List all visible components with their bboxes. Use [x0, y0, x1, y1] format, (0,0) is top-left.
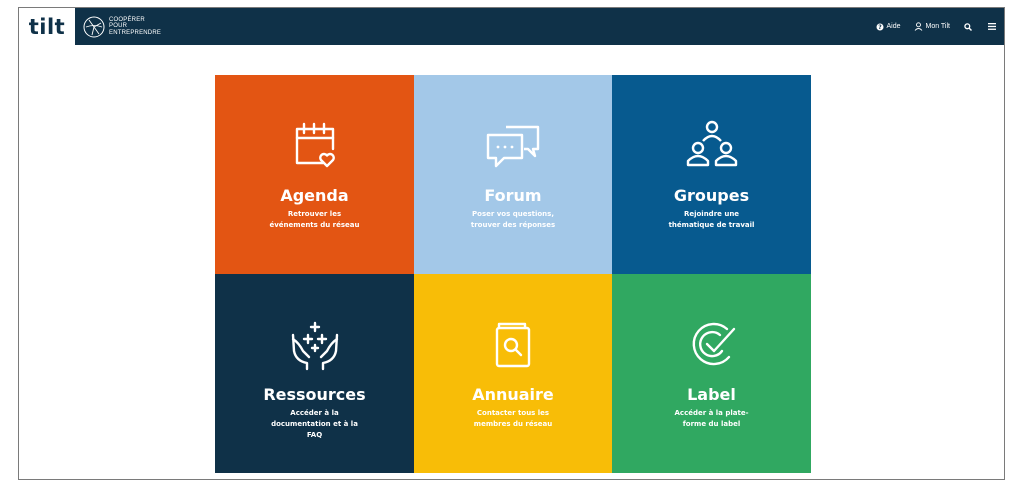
tile-subtitle: Rejoindre une thématique de travail: [668, 210, 755, 229]
partner-logo: COOPÉRER POUR ENTREPRENDRE: [83, 13, 161, 40]
tile-groupes[interactable]: Groupes Rejoindre une thématique de trav…: [612, 75, 811, 274]
tile-label[interactable]: Label Accéder à la plate- forme du label: [612, 274, 811, 473]
tile-subtitle: Retrouver les événements du réseau: [269, 210, 360, 229]
tile-subtitle: Contacter tous les membres du réseau: [473, 409, 553, 428]
tile-title: Forum: [484, 186, 542, 205]
search-button[interactable]: [964, 22, 974, 31]
user-icon: [915, 22, 923, 31]
tile-title: Agenda: [280, 186, 349, 205]
tile-annuaire[interactable]: Annuaire Contacter tous les membres du r…: [414, 274, 612, 473]
directory-search-icon: [495, 322, 531, 368]
tile-agenda[interactable]: Agenda Retrouver les événements du résea…: [215, 75, 414, 274]
label-check-icon: [692, 322, 735, 366]
tile-subtitle: Accéder à la plate- forme du label: [674, 409, 749, 428]
help-link[interactable]: ? Aide: [876, 23, 900, 31]
calendar-heart-icon: [295, 122, 335, 168]
tile-title: Ressources: [263, 385, 366, 404]
svg-text:?: ?: [879, 24, 883, 31]
app-window: tilt COOPÉRER POUR ENTREPRENDRE ? Aide M…: [18, 7, 1005, 480]
account-link[interactable]: Mon Tilt: [914, 22, 950, 31]
help-circle-icon: ?: [876, 23, 884, 31]
account-label: Mon Tilt: [925, 23, 950, 30]
partner-logo-text: COOPÉRER POUR ENTREPRENDRE: [109, 16, 162, 36]
nav-actions: ? Aide Mon Tilt: [862, 8, 998, 45]
windmill-icon: [83, 16, 105, 37]
menu-button[interactable]: [988, 23, 998, 30]
tile-forum[interactable]: Forum Poser vos questions, trouver des r…: [414, 75, 612, 274]
tile-title: Label: [687, 385, 736, 404]
section-grid: Agenda Retrouver les événements du résea…: [215, 75, 811, 473]
tilt-logo-text: tilt: [28, 14, 66, 39]
search-icon: [964, 22, 972, 31]
top-navbar: tilt COOPÉRER POUR ENTREPRENDRE ? Aide M…: [19, 8, 1004, 45]
tilt-logo[interactable]: tilt: [19, 8, 75, 45]
tile-subtitle: Poser vos questions, trouver des réponse…: [470, 210, 556, 229]
hands-sparkle-icon: [291, 321, 338, 371]
tile-subtitle: Accéder à la documentation et à la FAQ: [271, 409, 358, 439]
menu-icon: [988, 23, 996, 30]
people-group-icon: [686, 120, 737, 167]
chat-bubbles-icon: [486, 125, 540, 168]
tile-title: Annuaire: [472, 385, 554, 404]
tile-title: Groupes: [673, 186, 750, 205]
help-label: Aide: [886, 23, 901, 30]
tile-ressources[interactable]: Ressources Accéder à la documentation et…: [215, 274, 414, 473]
